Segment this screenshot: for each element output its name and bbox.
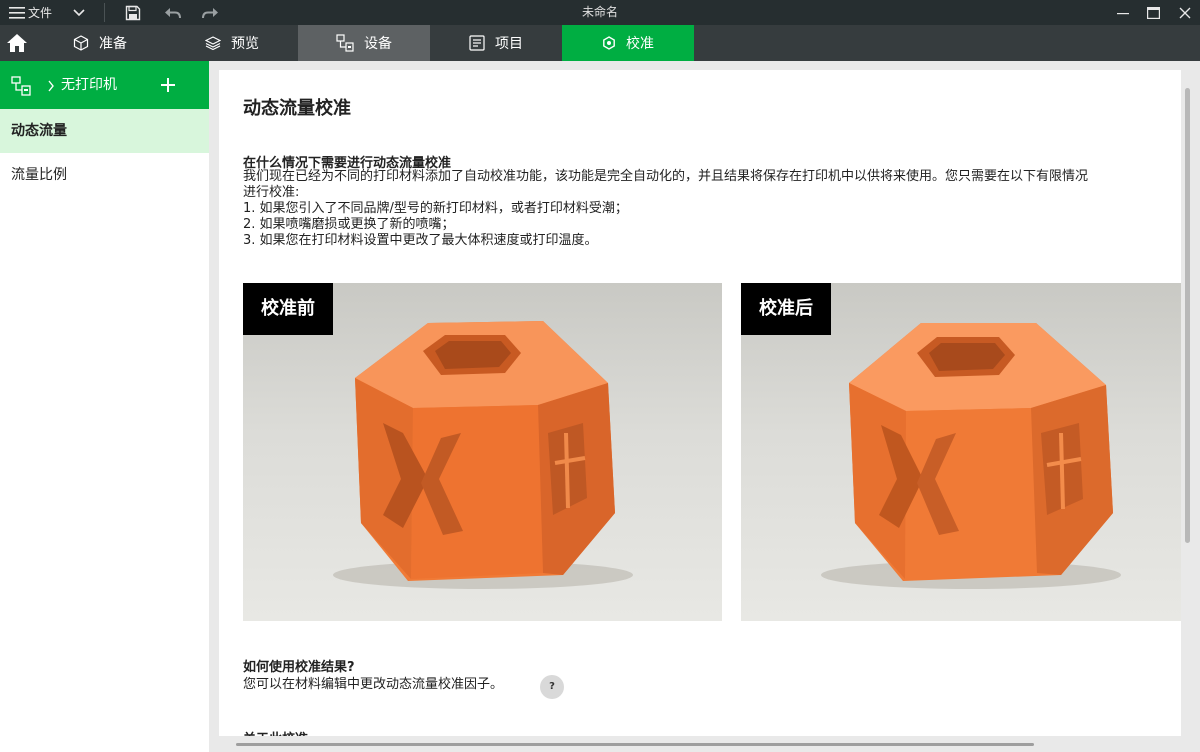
section-text-line: 进行校准: [243, 185, 300, 200]
sidebar-item-label: 动态流量 [11, 123, 67, 139]
tab-devices[interactable]: 设备 [298, 25, 430, 61]
tab-calibration[interactable]: 校准 [562, 25, 694, 61]
printer-name: 无打印机 [61, 77, 117, 93]
tab-devices-label: 设备 [364, 36, 392, 52]
before-calibration-image: 校准前 [243, 283, 722, 621]
add-printer-button[interactable] [156, 73, 180, 97]
page-title: 动态流量校准 [243, 98, 351, 119]
tab-prepare-label: 准备 [99, 36, 127, 52]
minimize-icon [1117, 12, 1129, 14]
redo-button[interactable] [202, 0, 219, 25]
project-icon [469, 35, 485, 51]
file-label: 文件 [28, 6, 53, 20]
section-text-line: 3. 如果您在打印材料设置中更改了最大体积速度或打印温度。 [243, 233, 598, 248]
maximize-icon [1147, 6, 1160, 19]
redo-icon [202, 7, 218, 18]
device-icon [336, 34, 354, 52]
section-heading-how: 如何使用校准结果? [243, 660, 355, 675]
section-heading-about: 关于此校准 [243, 728, 308, 736]
close-icon [1179, 7, 1191, 18]
tab-calibration-label: 校准 [626, 36, 654, 52]
tab-project-label: 项目 [495, 36, 523, 52]
layers-icon [205, 36, 221, 51]
title-bar: 文件 未命名 [0, 0, 1200, 25]
after-calibration-image: 校准后 [741, 283, 1181, 621]
sidebar-item-label: 流量比例 [11, 167, 67, 183]
printer-icon [11, 76, 31, 96]
tab-prepare[interactable]: 准备 [34, 25, 166, 61]
toolbar-separator [104, 3, 105, 22]
chevron-right-icon [48, 80, 54, 92]
sidebar-item-dynamic-flow[interactable]: 动态流量 [0, 109, 209, 153]
home-button[interactable] [0, 25, 34, 61]
file-dropdown-button[interactable] [72, 0, 86, 25]
undo-button[interactable] [164, 0, 181, 25]
help-button[interactable]: ? [540, 675, 564, 699]
cube-icon [73, 35, 89, 51]
tab-project[interactable]: 项目 [430, 25, 562, 61]
vertical-scrollbar[interactable] [1185, 88, 1190, 543]
after-label: 校准后 [741, 283, 831, 335]
horizontal-scrollbar[interactable] [236, 743, 1034, 746]
printer-selector[interactable]: 无打印机 [0, 61, 209, 109]
section-text-line: 我们现在已经为不同的打印材料添加了自动校准功能，该功能是完全自动化的，并且结果将… [243, 169, 1089, 184]
save-button[interactable] [125, 0, 141, 25]
chevron-down-icon [73, 8, 85, 16]
main-tab-bar: 准备 预览 设备 项目 校准 [0, 25, 1200, 61]
minimize-button[interactable] [1117, 0, 1129, 25]
undo-icon [165, 7, 181, 18]
file-menu[interactable]: 文件 [9, 0, 52, 25]
tab-preview[interactable]: 预览 [166, 25, 298, 61]
section-text-how: 您可以在材料编辑中更改动态流量校准因子。 [243, 677, 504, 692]
calibration-content: 动态流量校准 在什么情况下需要进行动态流量校准 我们现在已经为不同的打印材料添加… [219, 70, 1181, 736]
sidebar-item-flow-ratio[interactable]: 流量比例 [0, 153, 209, 197]
close-button[interactable] [1179, 0, 1191, 25]
section-text-line: 2. 如果喷嘴磨损或更换了新的喷嘴； [243, 217, 455, 232]
calibration-icon [603, 36, 615, 50]
save-icon [125, 5, 141, 20]
menu-icon [9, 6, 25, 19]
maximize-button[interactable] [1147, 0, 1160, 25]
sidebar: 无打印机 动态流量 流量比例 [0, 61, 209, 752]
section-text-line: 1. 如果您引入了不同品牌/型号的新打印材料，或者打印材料受潮； [243, 201, 628, 216]
plus-icon [161, 78, 175, 92]
tab-preview-label: 预览 [231, 36, 259, 52]
before-label: 校准前 [243, 283, 333, 335]
home-icon [7, 34, 27, 52]
